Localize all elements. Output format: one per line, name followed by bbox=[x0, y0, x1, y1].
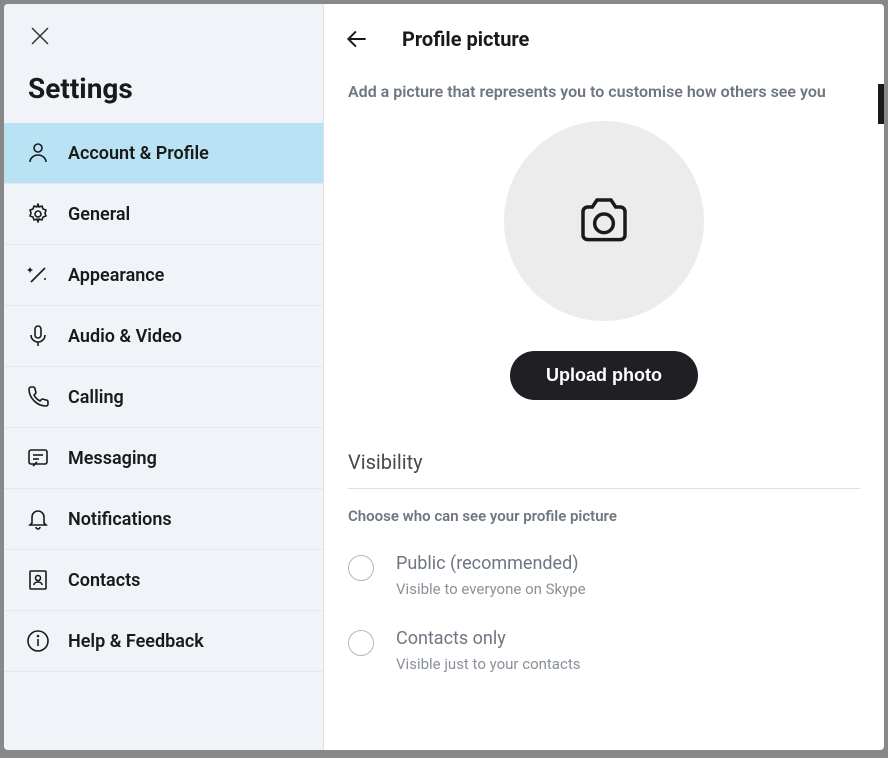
back-arrow-icon[interactable] bbox=[344, 26, 370, 52]
radio-icon bbox=[348, 555, 374, 581]
visibility-heading: Visibility bbox=[348, 450, 860, 474]
radio-text: Contacts only Visible just to your conta… bbox=[396, 628, 580, 673]
sidebar-item-messaging[interactable]: Messaging bbox=[4, 428, 323, 489]
sidebar-item-account-profile[interactable]: Account & Profile bbox=[4, 123, 323, 184]
settings-nav: Account & Profile General Appearance bbox=[4, 123, 323, 672]
mic-icon bbox=[26, 324, 50, 348]
avatar-placeholder[interactable] bbox=[504, 121, 704, 321]
content-body: Add a picture that represents you to cus… bbox=[324, 62, 884, 723]
nav-label: Notifications bbox=[68, 509, 172, 530]
radio-text: Public (recommended) Visible to everyone… bbox=[396, 553, 586, 598]
gear-icon bbox=[26, 202, 50, 226]
nav-label: Messaging bbox=[68, 448, 157, 469]
divider bbox=[348, 488, 860, 489]
radio-desc: Visible to everyone on Skype bbox=[396, 580, 586, 598]
sidebar-item-calling[interactable]: Calling bbox=[4, 367, 323, 428]
nav-label: General bbox=[68, 204, 130, 225]
sidebar-item-notifications[interactable]: Notifications bbox=[4, 489, 323, 550]
info-icon bbox=[26, 629, 50, 653]
nav-label: Calling bbox=[68, 387, 124, 408]
sidebar-item-help-feedback[interactable]: Help & Feedback bbox=[4, 611, 323, 672]
visibility-option-contacts-only[interactable]: Contacts only Visible just to your conta… bbox=[348, 628, 860, 673]
avatar-area: Upload photo bbox=[348, 121, 860, 400]
page-subtitle: Add a picture that represents you to cus… bbox=[348, 82, 860, 101]
visibility-option-public[interactable]: Public (recommended) Visible to everyone… bbox=[348, 553, 860, 598]
scrollbar-sliver bbox=[878, 84, 884, 124]
radio-desc: Visible just to your contacts bbox=[396, 655, 580, 673]
nav-label: Appearance bbox=[68, 265, 164, 286]
radio-label: Public (recommended) bbox=[396, 553, 586, 574]
phone-icon bbox=[26, 385, 50, 409]
bell-icon bbox=[26, 507, 50, 531]
settings-content: Profile picture Add a picture that repre… bbox=[324, 4, 884, 750]
wand-icon bbox=[26, 263, 50, 287]
page-title: Profile picture bbox=[402, 27, 529, 51]
camera-icon bbox=[576, 193, 632, 249]
sidebar-item-contacts[interactable]: Contacts bbox=[4, 550, 323, 611]
close-icon[interactable] bbox=[28, 24, 52, 48]
sidebar-item-appearance[interactable]: Appearance bbox=[4, 245, 323, 306]
settings-dialog: Settings Account & Profile General bbox=[4, 4, 884, 750]
sidebar-item-general[interactable]: General bbox=[4, 184, 323, 245]
contacts-icon bbox=[26, 568, 50, 592]
message-icon bbox=[26, 446, 50, 470]
radio-label: Contacts only bbox=[396, 628, 580, 649]
person-icon bbox=[26, 141, 50, 165]
sidebar-item-audio-video[interactable]: Audio & Video bbox=[4, 306, 323, 367]
settings-sidebar: Settings Account & Profile General bbox=[4, 4, 324, 750]
visibility-subheading: Choose who can see your profile picture bbox=[348, 507, 860, 525]
upload-photo-button[interactable]: Upload photo bbox=[510, 351, 698, 400]
nav-label: Contacts bbox=[68, 570, 140, 591]
content-header: Profile picture bbox=[324, 4, 884, 62]
radio-icon bbox=[348, 630, 374, 656]
settings-title: Settings bbox=[28, 72, 299, 105]
nav-label: Help & Feedback bbox=[68, 631, 204, 652]
nav-label: Account & Profile bbox=[68, 143, 209, 164]
nav-label: Audio & Video bbox=[68, 326, 182, 347]
sidebar-header: Settings bbox=[4, 4, 323, 123]
